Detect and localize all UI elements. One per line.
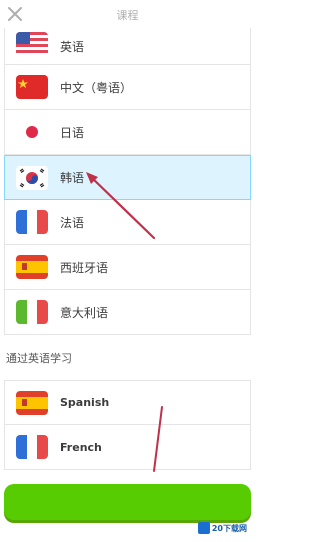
- page-title: 课程: [116, 9, 139, 22]
- us-flag-icon: [16, 32, 48, 56]
- top-bar: 课程: [0, 0, 255, 30]
- language-label: 日语: [60, 125, 85, 140]
- english-course-list: Spanish French: [4, 380, 251, 470]
- course-item-spanish[interactable]: Spanish: [4, 380, 251, 425]
- language-item-cantonese[interactable]: 中文（粤语）: [4, 65, 251, 110]
- it-flag-icon: [16, 300, 48, 324]
- language-label: 韩语: [60, 171, 85, 185]
- language-list: 英语 中文（粤语） 日语 韩语 法语 西班牙语 意大利语: [4, 28, 251, 335]
- watermark-text: 20下载网: [211, 523, 247, 533]
- course-label: French: [60, 440, 102, 454]
- es-flag-icon: [16, 255, 48, 279]
- es-flag-icon: [16, 390, 48, 415]
- kr-flag-icon: [16, 165, 48, 190]
- language-item-korean[interactable]: 韩语: [4, 155, 251, 200]
- language-item-italian[interactable]: 意大利语: [4, 290, 251, 335]
- course-label: Spanish: [60, 396, 110, 409]
- language-label: 意大利语: [60, 305, 109, 320]
- watermark: 20下载网: [197, 522, 247, 534]
- fr-flag-icon: [16, 435, 48, 459]
- language-label: 中文（粤语）: [60, 80, 133, 95]
- continue-button[interactable]: [4, 484, 251, 520]
- language-item-japanese[interactable]: 日语: [4, 110, 251, 155]
- language-label: 英语: [60, 39, 85, 54]
- cn-flag-icon: [16, 75, 48, 99]
- course-item-french[interactable]: French: [4, 425, 251, 470]
- language-item-spanish[interactable]: 西班牙语: [4, 245, 251, 290]
- fr-flag-icon: [16, 210, 48, 234]
- language-item-french[interactable]: 法语: [4, 200, 251, 245]
- watermark-logo-icon: [197, 522, 210, 534]
- section-heading: 通过英语学习: [6, 352, 72, 365]
- language-item-english[interactable]: 英语: [4, 28, 251, 65]
- language-label: 法语: [60, 215, 85, 230]
- language-label: 西班牙语: [60, 260, 109, 275]
- jp-flag-icon: [16, 120, 48, 144]
